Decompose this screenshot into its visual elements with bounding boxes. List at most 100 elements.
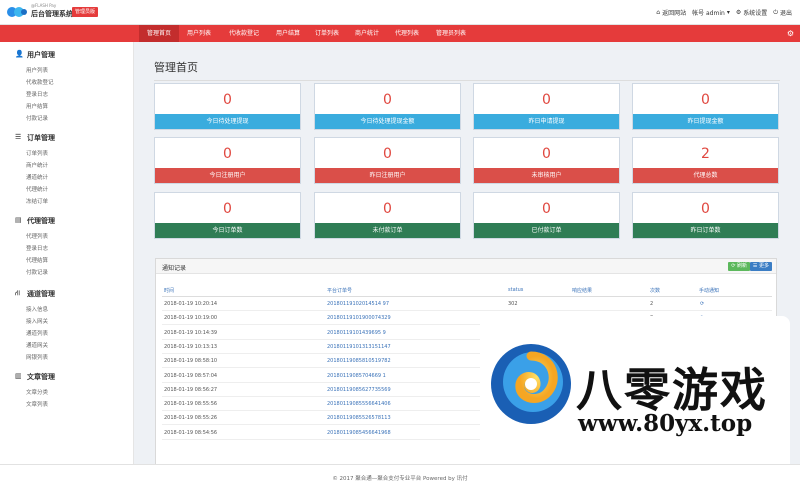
sidebar-item[interactable]: 订单列表 (26, 149, 48, 157)
cell-order-link[interactable]: 20180119085456641968 (327, 430, 391, 436)
stat-card[interactable]: 0 今日待处理提现金额 (314, 83, 461, 130)
stat-label: 今日待处理提现金额 (315, 114, 460, 129)
top-links: ⌂ 返回网站 帐号 admin ▾ ⚙ 系统设置 ⏻ 退出 (656, 8, 792, 18)
power-icon: ⏻ (773, 8, 778, 16)
stat-card[interactable]: 0 昨日提现金额 (632, 83, 779, 130)
col-header-manual[interactable]: 手动通知 (699, 287, 719, 294)
watermark-overlay: 八零游戏 www.80yx.top (480, 316, 790, 472)
stat-label: 今日订单数 (155, 223, 300, 238)
stat-card[interactable]: 0 未审核用户 (473, 137, 620, 184)
cell-time: 2018-01-19 10:14:39 (164, 329, 218, 336)
nav-item-merchant-stats[interactable]: 商户统计 (347, 25, 387, 42)
home-link[interactable]: ⌂ 返回网站 (656, 8, 686, 17)
cell-count: 2 (650, 301, 654, 307)
stat-card[interactable]: 0 昨日申请提现 (473, 83, 620, 130)
resend-icon[interactable]: ⟳ (700, 301, 704, 307)
cell-time: 2018-01-19 08:57:04 (164, 372, 218, 379)
sidebar-item[interactable]: 网银列表 (26, 353, 48, 361)
account-link[interactable]: 帐号 admin ▾ (692, 8, 730, 17)
title-divider (154, 80, 780, 81)
top-bar: @FLASH Pay 后台管理系统 管理员版 ⌂ 返回网站 帐号 admin ▾ ⚙… (0, 0, 800, 25)
cell-order-link[interactable]: 20180119101900074329 (327, 315, 391, 321)
nav-item-home[interactable]: 管理首页 (139, 25, 179, 42)
stat-value: 0 (383, 92, 392, 108)
sidebar-item[interactable]: 付款记录 (26, 114, 48, 122)
sidebar-item[interactable]: 接入网关 (26, 317, 48, 325)
stat-value: 0 (223, 146, 232, 162)
sidebar: 👤 用户管理 用户列表 代收款登记 登录日志 用户结算 付款记录 ☰ 订单管理 订单… (0, 42, 134, 464)
refresh-button[interactable]: ⟳ 刷新 (728, 262, 750, 271)
stat-label: 昨日注册用户 (315, 168, 460, 183)
stat-value: 0 (542, 92, 551, 108)
sidebar-item[interactable]: 商户统计 (26, 161, 48, 169)
cell-order-link[interactable]: 20180119085627735569 (327, 387, 391, 393)
sidebar-item[interactable]: 通道列表 (26, 329, 48, 337)
sidebar-item[interactable]: 登录日志 (26, 244, 48, 252)
sidebar-item[interactable]: 通道统计 (26, 173, 48, 181)
stat-label: 今日注册用户 (155, 168, 300, 183)
sidebar-item[interactable]: 文章分类 (26, 388, 48, 396)
table-row: 2018-01-19 10:20:14 20180119102014514 97 3… (162, 297, 772, 311)
sidebar-item[interactable]: 通道网关 (26, 341, 48, 349)
nav-item-agents[interactable]: 代理列表 (387, 25, 427, 42)
cell-time: 2018-01-19 10:19:00 (164, 315, 218, 322)
col-header-order[interactable]: 平台订单号 (327, 287, 352, 294)
stat-value: 0 (701, 201, 710, 217)
sidebar-item[interactable]: 代理统计 (26, 185, 48, 193)
stat-value: 0 (701, 92, 710, 108)
nav-gear-icon[interactable]: ⚙ (787, 29, 794, 38)
nav-item-orders[interactable]: 订单列表 (307, 25, 347, 42)
sidebar-item[interactable]: 代收款登记 (26, 78, 54, 86)
more-button[interactable]: ☰ 更多 (749, 262, 772, 271)
sidebar-item[interactable]: 文章列表 (26, 400, 48, 408)
list-icon: ☰ (15, 133, 22, 141)
nav-item-collection[interactable]: 代收款登记 (219, 25, 269, 42)
cell-order-link[interactable]: 20180119085526578113 (327, 415, 391, 421)
stat-card[interactable]: 2 代理总数 (632, 137, 779, 184)
stat-card[interactable]: 0 今日待处理提现 (154, 83, 301, 130)
col-header-status[interactable]: status (508, 287, 523, 293)
stat-card[interactable]: 0 已付款订单 (473, 192, 620, 239)
cell-order-link[interactable]: 20180119101439695 9 (327, 330, 386, 336)
stat-value: 0 (223, 201, 232, 217)
sidebar-item[interactable]: 冻结订单 (26, 197, 48, 205)
sidebar-item[interactable]: 代理列表 (26, 232, 48, 240)
sidebar-item[interactable]: 代理结算 (26, 256, 48, 264)
stat-card[interactable]: 0 今日注册用户 (154, 137, 301, 184)
settings-link[interactable]: ⚙ 系统设置 (736, 8, 767, 17)
sidebar-item[interactable]: 接入信息 (26, 305, 48, 313)
cell-order-link[interactable]: 20180119085556641406 (327, 401, 391, 407)
stat-value: 0 (383, 146, 392, 162)
sidebar-item[interactable]: 用户列表 (26, 66, 48, 74)
sidebar-item[interactable]: 用户结算 (26, 102, 48, 110)
cell-order-link[interactable]: 20180119085810519782 (327, 358, 391, 364)
stat-card[interactable]: 0 未付款订单 (314, 192, 461, 239)
logout-link[interactable]: ⏻ 退出 (773, 8, 792, 18)
cell-order-link[interactable]: 20180119101313151147 (327, 344, 391, 350)
col-header-response[interactable]: 响应结果 (572, 287, 592, 294)
cell-time: 2018-01-19 08:55:56 (164, 401, 218, 408)
cell-order-link[interactable]: 20180119085704669 1 (327, 373, 386, 379)
stat-label: 昨日申请提现 (474, 114, 619, 129)
cell-time: 2018-01-19 08:56:27 (164, 386, 218, 393)
stat-card[interactable]: 0 昨日注册用户 (314, 137, 461, 184)
role-badge: 管理员版 (72, 7, 99, 17)
main-nav: 管理首页 用户列表 代收款登记 用户结算 订单列表 商户统计 代理列表 管理员列… (0, 25, 800, 42)
sidebar-item[interactable]: 付款记录 (26, 268, 48, 276)
document-icon: ▤ (15, 216, 22, 224)
panel-header: 通知记录 ⟳ 刷新 ☰ 更多 (156, 259, 776, 274)
nav-item-users[interactable]: 用户列表 (179, 25, 219, 42)
col-header-time[interactable]: 时间 (164, 287, 174, 294)
stat-card[interactable]: 0 今日订单数 (154, 192, 301, 239)
nav-item-admins[interactable]: 管理员列表 (427, 25, 475, 42)
sidebar-item[interactable]: 登录日志 (26, 90, 48, 98)
cell-time: 2018-01-19 08:54:56 (164, 429, 218, 436)
book-icon: ▥ (15, 372, 22, 380)
col-header-count[interactable]: 次数 (650, 287, 660, 294)
road-icon: ⛙ (15, 289, 20, 297)
gear-icon: ⚙ (735, 9, 742, 16)
cell-order-link[interactable]: 20180119102014514 97 (327, 301, 389, 307)
cell-time: 2018-01-19 10:20:14 (164, 301, 218, 307)
stat-card[interactable]: 0 昨日订单数 (632, 192, 779, 239)
nav-item-settlement[interactable]: 用户结算 (269, 25, 307, 42)
